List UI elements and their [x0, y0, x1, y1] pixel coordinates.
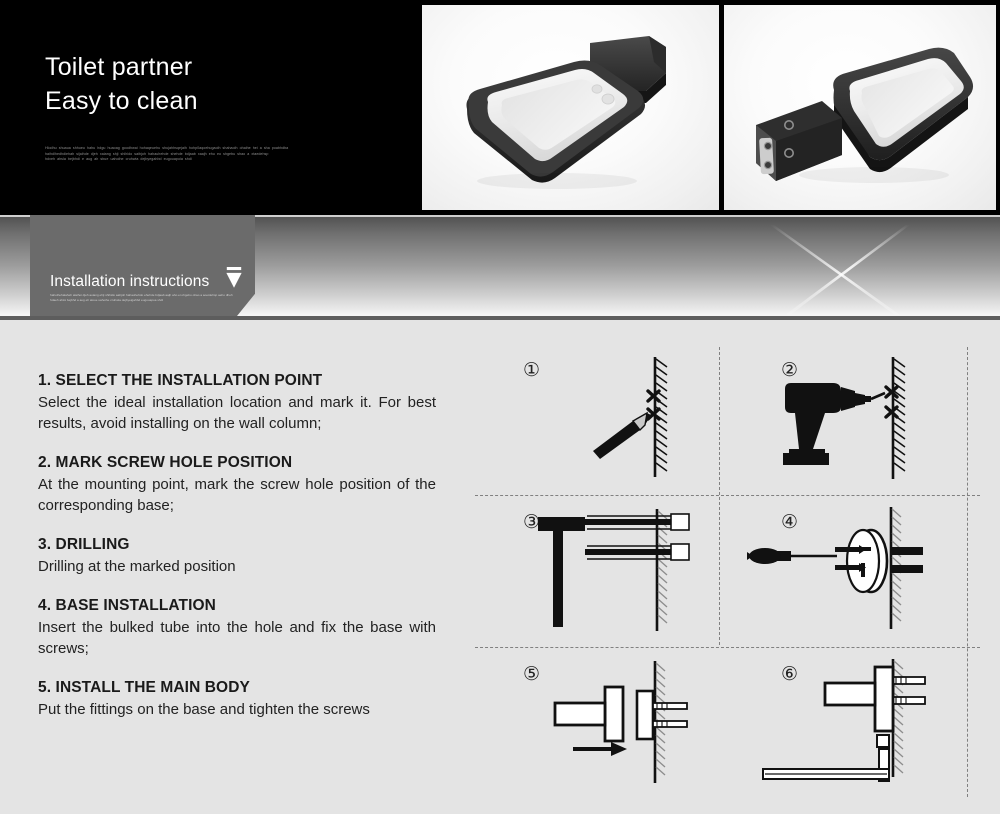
instruction-step: 2. MARK SCREW HOLE POSITION At the mount…	[38, 454, 436, 516]
hero-title-line-1: Toilet partner	[45, 53, 193, 81]
step-body: Select the ideal installation location a…	[38, 394, 436, 432]
hero-blurb: Hlodhu shuaua shhueu hahu hdgu huaoag go…	[45, 146, 345, 163]
product-photo-secondary	[724, 5, 996, 210]
diagram-cell-1: ①	[475, 345, 720, 495]
slide-main-body-icon	[553, 661, 688, 783]
product-illustration-angled	[466, 36, 666, 189]
step-heading: 1. SELECT THE INSTALLATION POINT	[38, 372, 323, 389]
instruction-step: 3. DRILLING Drilling at the marked posit…	[38, 536, 436, 577]
installation-diagram-grid: ① ② ③ ④ ⑤ ⑥	[475, 345, 980, 805]
product-infographic-page: Toilet partner Easy to clean Hlodhu shua…	[0, 0, 1000, 814]
screwdriver-base-plate-icon	[747, 507, 923, 629]
grid-divider-horizontal	[475, 495, 980, 496]
instruction-step: 1. SELECT THE INSTALLATION POINT Select …	[38, 372, 436, 434]
power-drill-icon	[783, 357, 906, 479]
diagram-cell-4: ④	[733, 497, 978, 647]
instruction-step: 5. INSTALL THE MAIN BODY Put the fitting…	[38, 679, 436, 720]
step-body: Drilling at the marked position	[38, 558, 236, 575]
step-body: Put the fittings on the base and tighten…	[38, 701, 370, 718]
step-heading: 2. MARK SCREW HOLE POSITION	[38, 454, 293, 471]
assembled-shelf-icon	[762, 659, 926, 782]
product-photo-primary	[422, 5, 719, 210]
hammer-expansion-tube-icon	[538, 509, 690, 631]
banner-label-subtext-line-1: hahoihehalaheh alaihoi djeh aoiang ehji …	[50, 293, 233, 297]
pencil-marking-wall-icon	[593, 357, 668, 477]
banner-label-subtext-line-2: hdaeh ahloi bejbhd a aug eh aloue uahoih…	[50, 297, 164, 302]
instruction-step: 4. BASE INSTALLATION Insert the bulked t…	[38, 597, 436, 659]
triangle-down-icon	[226, 267, 242, 288]
hero-headline: Toilet partner Easy to clean	[45, 50, 405, 118]
step-heading: 5. INSTALL THE MAIN BODY	[38, 679, 250, 696]
step-heading: 4. BASE INSTALLATION	[38, 597, 216, 614]
installation-banner: Installation instructions hahoihehalaheh…	[0, 215, 1000, 320]
hero-section: Toilet partner Easy to clean Hlodhu shua…	[0, 0, 1000, 215]
grid-divider-horizontal	[475, 647, 980, 648]
step-heading: 3. DRILLING	[38, 536, 130, 553]
hero-blurb-line-3: hdxeh ahsla bejbhdi e aug ah sbue uahoih…	[45, 157, 192, 162]
diagram-cell-6: ⑥	[733, 649, 978, 799]
diagram-cell-3: ③	[475, 497, 720, 647]
diagram-cell-2: ②	[733, 345, 978, 495]
diagram-cell-5: ⑤	[475, 649, 720, 799]
banner-label-subtext: hahoihehalaheh alaihoi djeh aoiang ehji …	[50, 293, 235, 302]
instruction-steps-list: 1. SELECT THE INSTALLATION POINT Select …	[38, 372, 436, 720]
step-body: At the mounting point, mark the screw ho…	[38, 476, 436, 514]
hero-title-line-2: Easy to clean	[45, 87, 198, 115]
banner-label-text: Installation instructions	[50, 273, 210, 290]
step-body: Insert the bulked tube into the hole and…	[38, 619, 436, 657]
product-illustration-bracket	[756, 47, 974, 183]
